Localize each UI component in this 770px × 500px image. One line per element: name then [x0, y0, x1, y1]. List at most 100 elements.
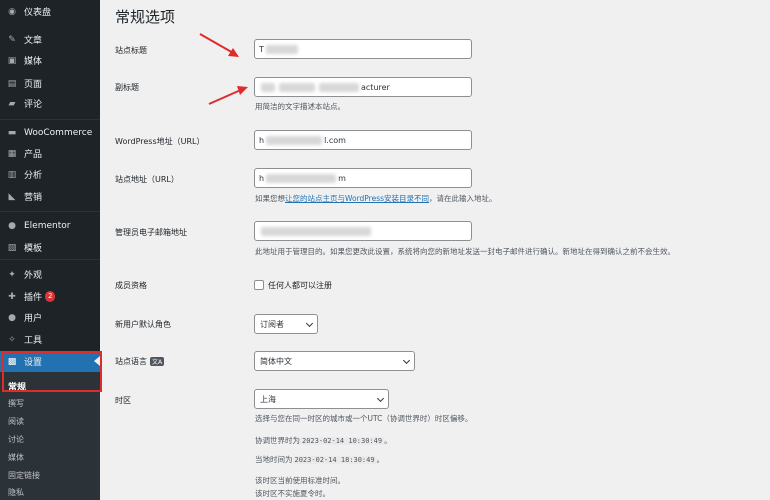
sidebar-item-label: 分析	[24, 171, 43, 181]
admin-email-label: 管理员电子邮箱地址	[115, 228, 187, 237]
admin-email-input[interactable]	[254, 221, 472, 241]
sidebar-item-label: WooCommerce	[24, 127, 93, 138]
timezone-select[interactable]: 上海	[254, 389, 389, 409]
sidebar-item-5[interactable]: ▬ WooCommerce	[0, 122, 100, 143]
sidebar-item-label: 文章	[24, 36, 43, 46]
default-role-select[interactable]: 订阅者	[254, 314, 318, 334]
default-role-value: 订阅者	[260, 319, 284, 329]
site-title-label: 站点标题	[115, 46, 147, 55]
sidebar-item-11[interactable]: ✦ 外观	[0, 264, 100, 285]
chevron-down-icon	[305, 319, 314, 328]
wp-url-tail: l.com	[324, 135, 346, 145]
dst-note-no-dst: 该时区不实施夏令时。	[255, 489, 330, 498]
sidebar-item-label: 插件	[24, 293, 43, 303]
site-url-tail: m	[338, 173, 346, 183]
main-content: 常规选项 站点标题 T 副标题 acturer 用简洁的文字描述本站点。 Wor…	[100, 0, 770, 500]
sidebar-item-8[interactable]: ◣ 营销	[0, 186, 100, 207]
dst-note-standard: 该时区当前使用标准时间。	[255, 476, 345, 485]
page-title: 常规选项	[115, 8, 176, 26]
local-time: 当地时间为 2023-02-14 18:30:49。	[255, 455, 385, 464]
submenu-item-6[interactable]: 隐私	[8, 487, 24, 498]
sidebar-item-1[interactable]: ✎ 文章	[0, 29, 100, 50]
timezone-value: 上海	[260, 394, 276, 404]
elementor-icon: ●	[8, 220, 16, 231]
chevron-down-icon	[376, 394, 385, 403]
media-icon: ▣	[7, 55, 17, 66]
sidebar-item-label: 外观	[24, 271, 43, 281]
translation-icon: 文A	[150, 357, 165, 366]
submenu-item-1[interactable]: 撰写	[8, 398, 24, 409]
site-url-head: h	[259, 173, 265, 183]
submenu-item-4[interactable]: 媒体	[8, 452, 24, 463]
update-count-badge: 2	[45, 291, 56, 302]
sidebar-item-13[interactable]: ● 用户	[0, 307, 100, 328]
sidebar-item-label: 页面	[24, 80, 43, 90]
site-title-input[interactable]: T	[254, 39, 472, 59]
analytics-icon: ▥	[7, 169, 17, 180]
sidebar-item-10[interactable]: ▧ 模板	[0, 237, 100, 258]
sidebar-item-2[interactable]: ▣ 媒体	[0, 50, 100, 71]
sidebar-item-12[interactable]: ✚ 插件 2	[0, 286, 100, 307]
membership-label: 成员资格	[115, 281, 147, 290]
tagline-input[interactable]: acturer	[254, 77, 472, 97]
local-time-value: 2023-02-14 18:30:49	[292, 456, 377, 464]
comment-icon: ▰	[8, 98, 16, 109]
tagline-label: 副标题	[115, 83, 139, 92]
plugins-icon: ✚	[8, 291, 16, 302]
utc-time-value: 2023-02-14 10:30:49	[300, 437, 385, 445]
sidebar-item-label: 产品	[24, 150, 43, 160]
red-arrow-icon	[208, 86, 248, 105]
timezone-label: 时区	[115, 396, 131, 405]
site-url-input[interactable]: hm	[254, 168, 472, 188]
users-icon: ●	[8, 312, 16, 323]
site-url-description: 如果您想让您的站点主页与WordPress安装目录不同，请在此输入地址。	[255, 194, 497, 203]
submenu-item-3[interactable]: 讨论	[8, 434, 24, 445]
wp-url-head: h	[259, 135, 265, 145]
timezone-description: 选择与您在同一时区的城市或一个UTC（协调世界时）时区偏移。	[255, 414, 473, 423]
tagline-value: acturer	[361, 82, 390, 92]
sidebar-item-label: 评论	[24, 100, 43, 110]
templates-icon: ▧	[7, 242, 17, 253]
default-role-label: 新用户默认角色	[115, 320, 171, 329]
sidebar-separator	[0, 211, 100, 212]
submenu-item-2[interactable]: 阅读	[8, 416, 24, 427]
dashboard-icon: ◉	[8, 6, 16, 17]
sidebar-item-label: 营销	[24, 193, 43, 203]
admin-sidebar: ◉ 仪表盘 ✎ 文章 ▣ 媒体 ▤ 页面 ▰ 评论 ▬ WooCommerce ▦ 产品 ▥ 分析 ◣ 营销 ● El…	[0, 0, 102, 500]
membership-checkbox[interactable]	[254, 280, 264, 290]
sidebar-item-label: Elementor	[24, 220, 71, 231]
sidebar-item-label: 仪表盘	[24, 8, 52, 18]
tagline-description: 用简洁的文字描述本站点。	[255, 102, 345, 111]
products-icon: ▦	[7, 148, 17, 159]
wp-url-label: WordPress地址（URL）	[115, 137, 205, 146]
admin-email-description: 此地址用于管理目的。如果您更改此设置，系统将向您的新地址发送一封电子邮件进行确认…	[255, 247, 675, 256]
settings-highlight-box	[2, 351, 102, 392]
site-language-value: 简体中文	[260, 356, 292, 366]
membership-checkbox-label[interactable]: 任何人都可以注册	[268, 280, 332, 291]
sidebar-item-label: 媒体	[24, 57, 43, 67]
sidebar-item-label: 模板	[24, 244, 43, 254]
site-title-value: T	[259, 44, 264, 54]
submenu-item-5[interactable]: 固定链接	[8, 470, 40, 481]
pin-icon: ✎	[8, 34, 16, 45]
site-language-label: 站点语言 文A	[115, 357, 165, 366]
red-arrow-icon	[199, 33, 239, 57]
site-language-select[interactable]: 简体中文	[254, 351, 415, 371]
sidebar-item-label: 工具	[24, 336, 43, 346]
sidebar-item-3[interactable]: ▤ 页面	[0, 73, 100, 94]
site-url-help-link[interactable]: 让您的站点主页与WordPress安装目录不同	[285, 194, 429, 203]
wp-url-input[interactable]: h l.com	[254, 130, 472, 150]
sidebar-separator	[0, 119, 100, 120]
sidebar-item-9[interactable]: ● Elementor	[0, 215, 100, 236]
chevron-down-icon	[402, 356, 411, 365]
sidebar-item-4[interactable]: ▰ 评论	[0, 93, 100, 114]
marketing-icon: ◣	[8, 191, 16, 202]
sidebar-item-7[interactable]: ▥ 分析	[0, 164, 100, 185]
sidebar-item-label: 用户	[24, 314, 43, 324]
sidebar-item-6[interactable]: ▦ 产品	[0, 143, 100, 164]
woocommerce-icon: ▬	[7, 127, 17, 138]
appearance-icon: ✦	[8, 269, 16, 280]
page-icon: ▤	[7, 78, 17, 89]
sidebar-item-0[interactable]: ◉ 仪表盘	[0, 1, 100, 22]
sidebar-item-14[interactable]: ✧ 工具	[0, 329, 100, 350]
